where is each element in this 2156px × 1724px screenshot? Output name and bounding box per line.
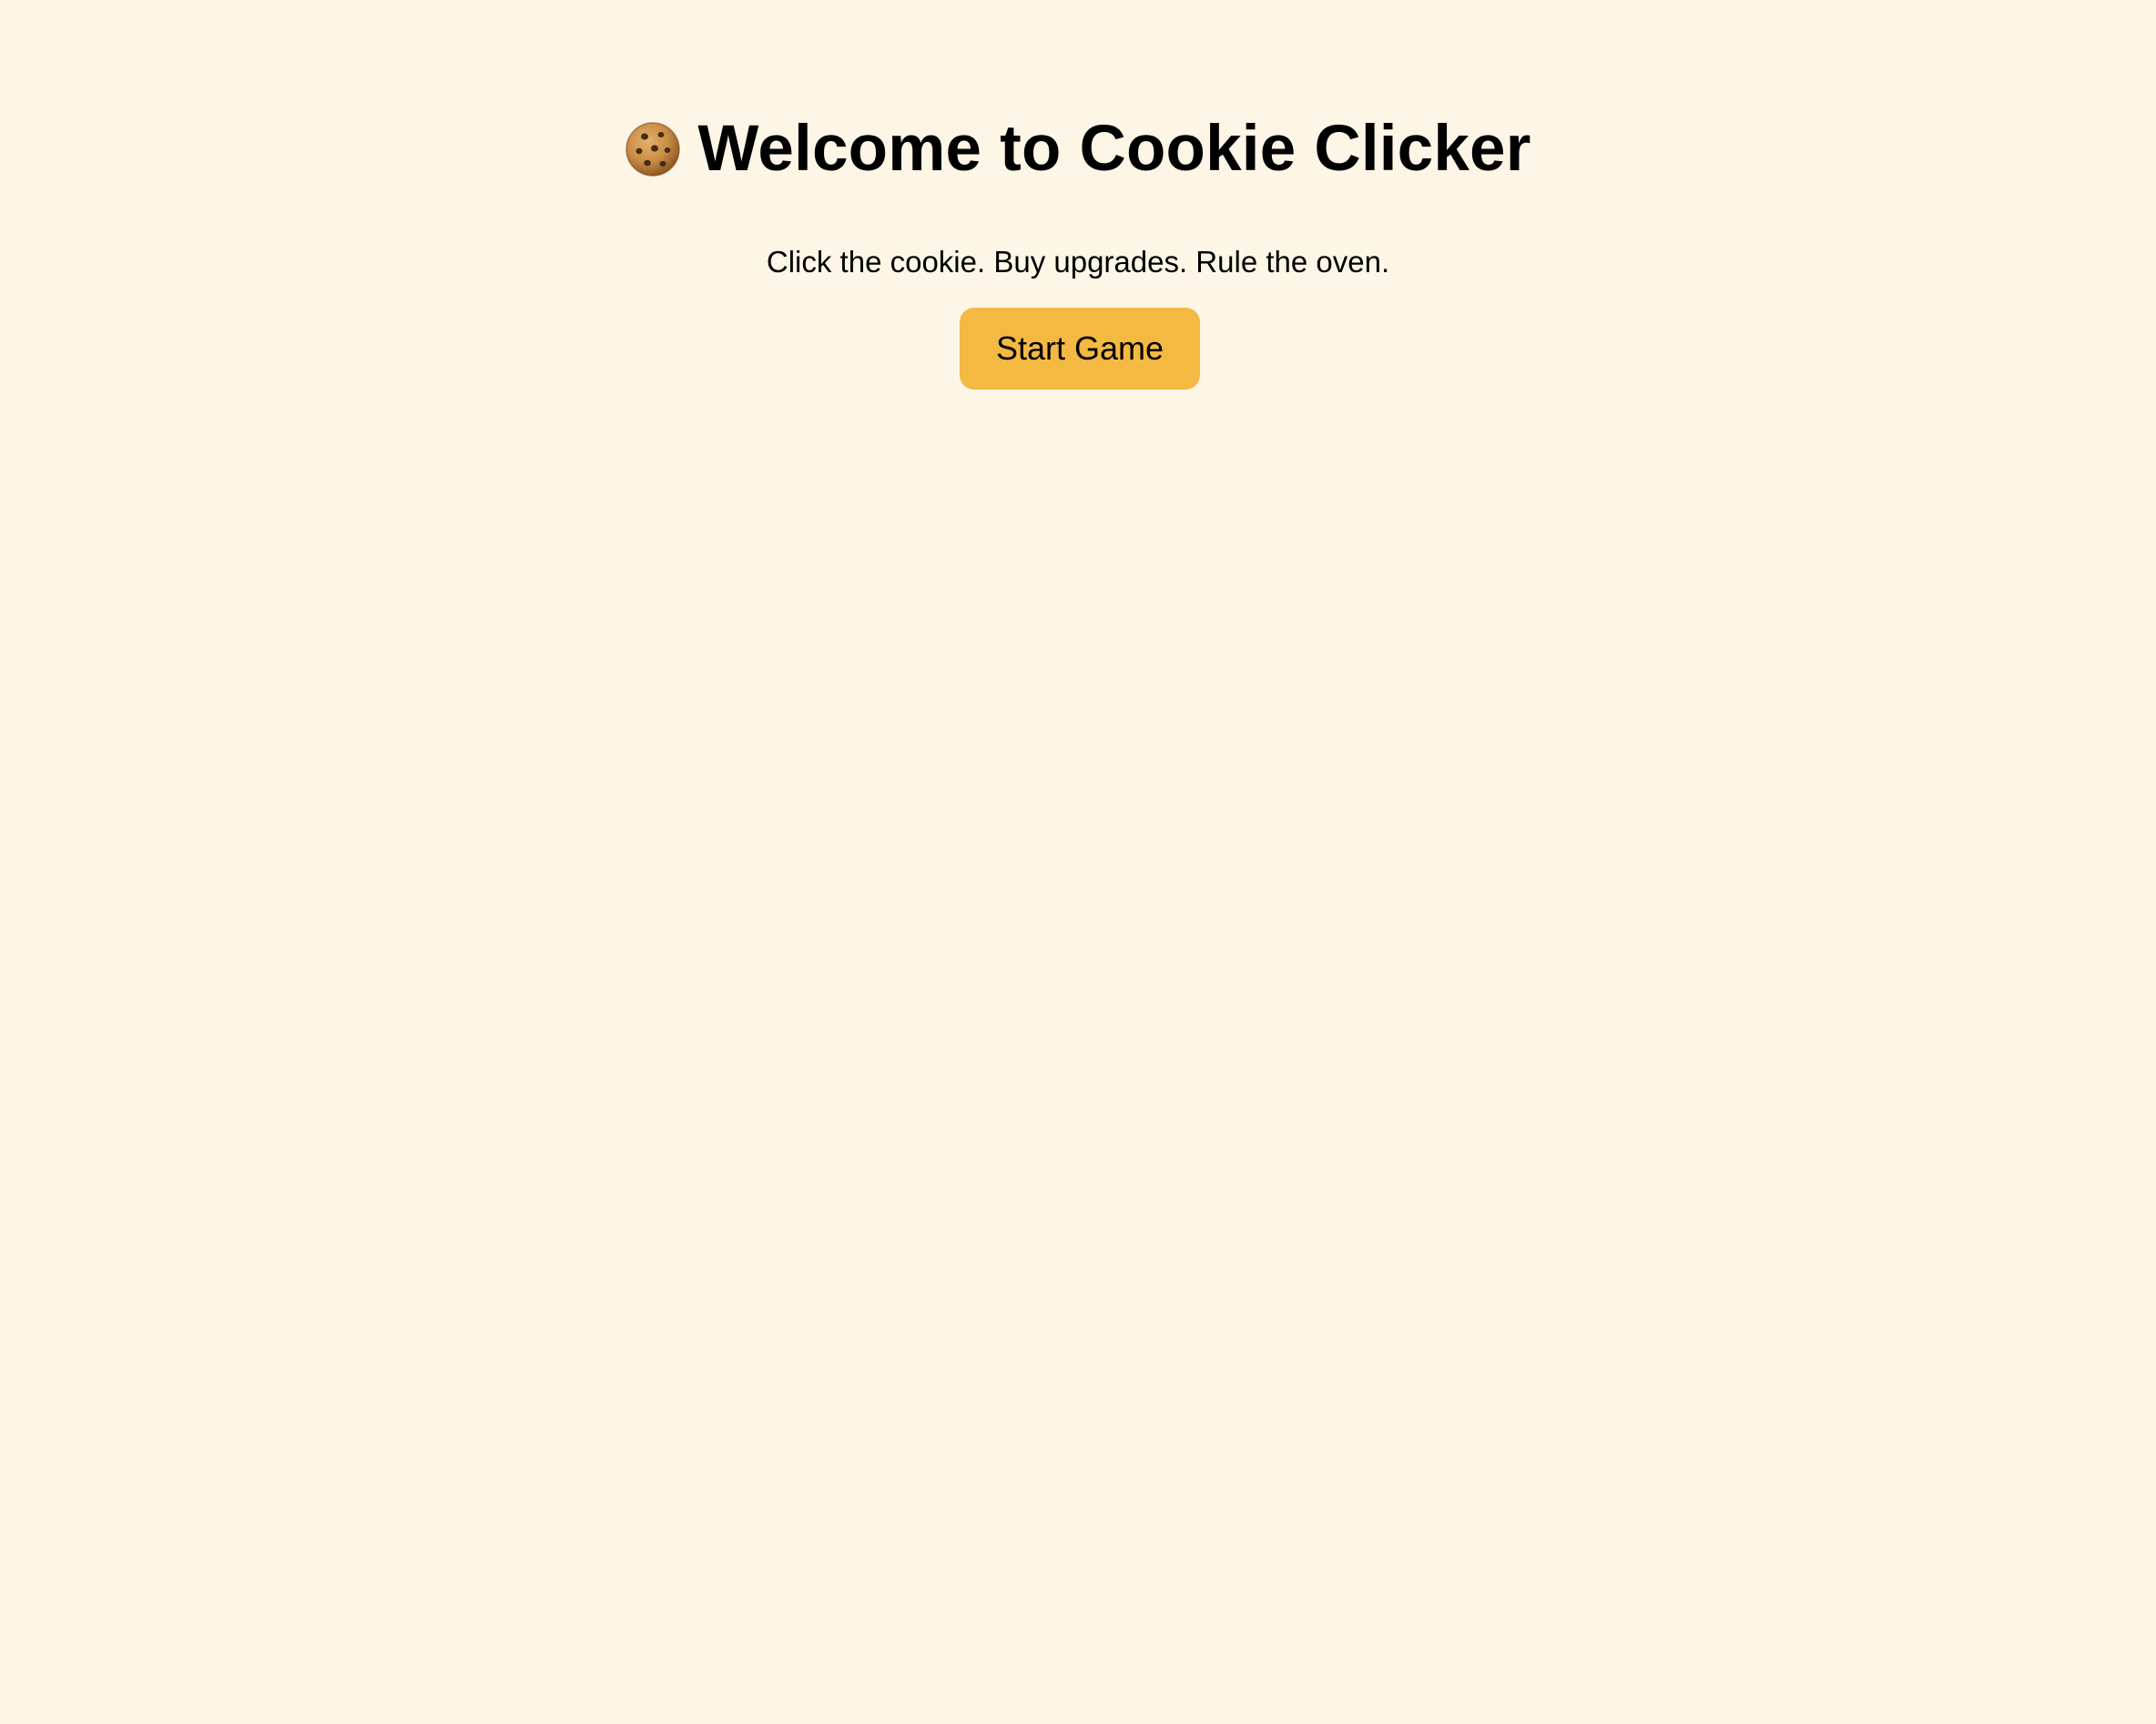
tagline: Click the cookie. Buy upgrades. Rule the… xyxy=(766,245,1390,279)
welcome-header: Welcome to Cookie Clicker xyxy=(0,107,2156,191)
welcome-screen: Welcome to Cookie Clicker Click the cook… xyxy=(0,0,2156,1724)
title-row: Welcome to Cookie Clicker xyxy=(625,107,1531,191)
page-title: Welcome to Cookie Clicker xyxy=(697,113,1531,185)
start-game-button[interactable]: Start Game xyxy=(960,308,1200,390)
cookie-icon xyxy=(625,121,681,177)
